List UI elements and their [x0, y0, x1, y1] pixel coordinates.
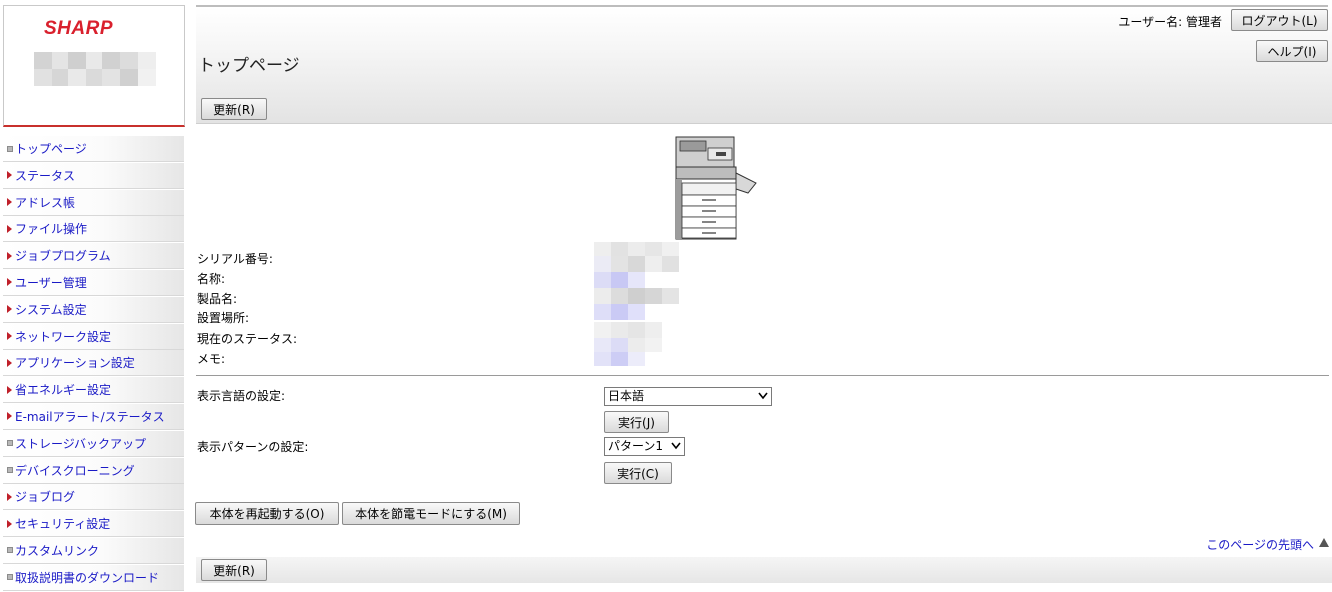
sidebar-item-label: E-mailアラート/ステータス: [15, 409, 165, 424]
sidebar-item[interactable]: トップページ: [3, 136, 184, 162]
triangle-bullet-icon: [4, 224, 15, 233]
square-bullet-icon: [4, 440, 15, 447]
sidebar-item[interactable]: ユーザー管理: [3, 269, 184, 296]
chevron-down-icon: [758, 392, 768, 400]
triangle-bullet-icon: [4, 412, 15, 421]
sidebar-item[interactable]: ストレージバックアップ: [3, 430, 184, 457]
triangle-bullet-icon: [4, 251, 15, 260]
arrow-up-icon[interactable]: [1319, 538, 1329, 547]
triangle-bullet-icon: [4, 278, 15, 287]
pattern-setting-label: 表示パターンの設定:: [197, 440, 309, 454]
square-bullet-icon: [4, 467, 15, 474]
brand-logo: SHARP: [44, 18, 114, 39]
footer-bar: 更新(R): [196, 557, 1332, 583]
status-label: 現在のステータス:: [197, 332, 298, 346]
page-title: トップページ: [198, 56, 300, 76]
device-info-redacted: [594, 242, 684, 366]
pattern-select[interactable]: パターン1: [604, 437, 685, 456]
sidebar-item[interactable]: E-mailアラート/ステータス: [3, 403, 184, 430]
page-top-link[interactable]: このページの先頭へ: [1206, 536, 1314, 553]
sidebar-item-label: 取扱説明書のダウンロード: [15, 570, 160, 585]
triangle-bullet-icon: [4, 519, 15, 528]
refresh-button-bottom[interactable]: 更新(R): [201, 559, 267, 581]
triangle-bullet-icon: [4, 171, 15, 180]
sidebar-item-label: アプリケーション設定: [15, 356, 135, 371]
square-bullet-icon: [4, 547, 15, 554]
sidebar-item[interactable]: カスタムリンク: [3, 537, 184, 564]
sidebar-item-label: システム設定: [15, 302, 87, 317]
triangle-bullet-icon: [4, 385, 15, 394]
printer-image: [675, 136, 757, 240]
language-setting-label: 表示言語の設定:: [197, 389, 286, 403]
triangle-bullet-icon: [4, 358, 15, 367]
page-header: トップページ ユーザー名: 管理者 ログアウト(L) ヘルプ(I) 更新(R): [196, 7, 1332, 124]
help-button[interactable]: ヘルプ(I): [1256, 40, 1328, 62]
sidebar-item[interactable]: ジョブログ: [3, 484, 184, 511]
restart-button[interactable]: 本体を再起動する(O): [195, 502, 339, 525]
sidebar-item[interactable]: デバイスクローニング: [3, 457, 184, 484]
sidebar-item-label: 省エネルギー設定: [15, 383, 112, 398]
square-bullet-icon: [4, 574, 15, 581]
sidebar-item-label: セキュリティ設定: [15, 517, 111, 532]
sidebar-item[interactable]: ファイル操作: [3, 216, 184, 243]
triangle-bullet-icon: [4, 198, 15, 207]
device-name-redacted: [34, 52, 156, 86]
sidebar-item[interactable]: ジョブプログラム: [3, 243, 184, 270]
logout-button[interactable]: ログアウト(L): [1231, 9, 1328, 31]
sidebar-item[interactable]: セキュリティ設定: [3, 511, 184, 538]
sidebar-item-label: カスタムリンク: [15, 543, 100, 558]
sidebar-item-label: デバイスクローニング: [15, 463, 135, 478]
triangle-bullet-icon: [4, 332, 15, 341]
section-divider: [196, 375, 1329, 376]
sidebar-item[interactable]: アドレス帳: [3, 189, 184, 216]
sidebar-item-label: ジョブプログラム: [15, 249, 111, 264]
sidebar-item[interactable]: ステータス: [3, 162, 184, 189]
sidebar-item-label: ネットワーク設定: [15, 329, 112, 344]
device-name-label: 名称:: [197, 272, 226, 286]
memo-label: メモ:: [197, 352, 226, 366]
sidebar-item-label: ジョブログ: [15, 490, 76, 505]
square-bullet-icon: [4, 145, 15, 152]
sleep-mode-button[interactable]: 本体を節電モードにする(M): [342, 502, 520, 525]
user-name-label: ユーザー名: 管理者: [1118, 15, 1222, 29]
sidebar-item[interactable]: ネットワーク設定: [3, 323, 184, 350]
sidebar-item[interactable]: 省エネルギー設定: [3, 377, 184, 404]
sidebar-item-label: トップページ: [15, 142, 87, 156]
sidebar-item-label: アドレス帳: [15, 195, 76, 210]
pattern-select-value: パターン1: [608, 439, 664, 453]
language-select[interactable]: 日本語: [604, 387, 772, 406]
sidebar-item[interactable]: システム設定: [3, 296, 184, 323]
language-select-value: 日本語: [608, 389, 645, 403]
sidebar-item[interactable]: アプリケーション設定: [3, 350, 184, 377]
triangle-bullet-icon: [4, 492, 15, 501]
logo-panel: SHARP: [3, 5, 185, 127]
triangle-bullet-icon: [4, 305, 15, 314]
language-apply-button[interactable]: 実行(J): [604, 411, 669, 433]
pattern-apply-button[interactable]: 実行(C): [604, 462, 672, 484]
sidebar-item-label: ストレージバックアップ: [15, 436, 147, 451]
location-label: 設置場所:: [197, 311, 250, 325]
serial-number-label: シリアル番号:: [197, 252, 273, 266]
sidebar-item-label: ファイル操作: [15, 222, 88, 237]
refresh-button-top[interactable]: 更新(R): [201, 98, 267, 120]
sidebar-nav: トップページ ステータスアドレス帳ファイル操作ジョブプログラム ユーザー管理 システム…: [3, 136, 184, 592]
chevron-down-icon: [671, 442, 681, 450]
sidebar-item[interactable]: 取扱説明書のダウンロード: [3, 564, 184, 591]
sidebar-item-label: ユーザー管理: [15, 275, 87, 290]
sidebar-item-label: ステータス: [15, 168, 76, 183]
product-name-label: 製品名:: [197, 292, 238, 306]
